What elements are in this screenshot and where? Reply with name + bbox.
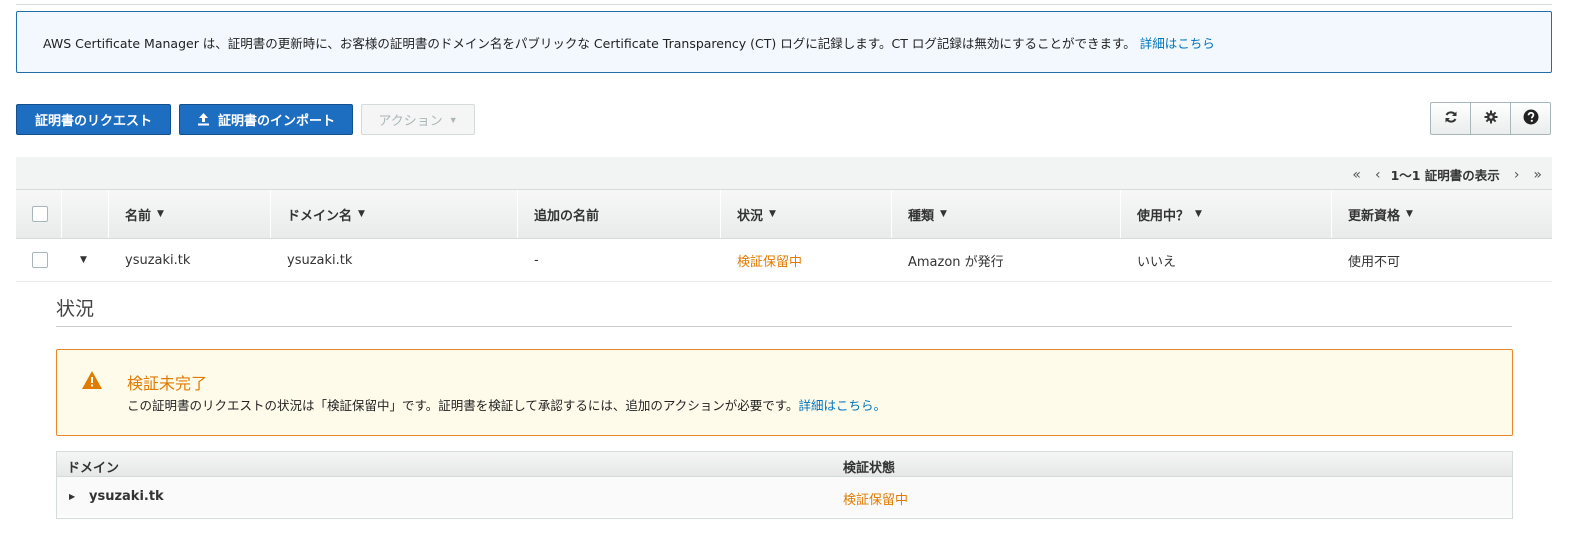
table-row[interactable]: ▶ ysuzaki.tk 検証保留中 xyxy=(57,477,1512,517)
warning-icon xyxy=(81,370,103,394)
prev-page-button[interactable]: ‹ xyxy=(1375,167,1381,183)
validation-status-column-header: 検証状態 xyxy=(843,461,896,476)
column-label: 使用中？ xyxy=(1137,208,1190,224)
help-button[interactable] xyxy=(1510,102,1551,135)
sort-caret-icon: ▼ xyxy=(940,209,947,219)
help-icon xyxy=(1523,109,1539,129)
sort-caret-icon: ▼ xyxy=(157,209,164,219)
expand-column-header xyxy=(62,190,109,238)
actions-dropdown[interactable]: アクション ▼ xyxy=(361,104,475,135)
settings-button[interactable] xyxy=(1470,102,1511,135)
gear-icon xyxy=(1484,110,1498,128)
warning-text: この証明書のリクエストの状況は「検証保留中」です。証明書を検証して承認するには、… xyxy=(127,398,799,413)
column-header-type[interactable]: 種類 ▼ xyxy=(892,190,1121,238)
warning-learn-more-link[interactable]: 詳細はこちら。 xyxy=(799,398,887,413)
caret-down-icon: ▼ xyxy=(448,114,458,125)
column-header-name[interactable]: 名前 ▼ xyxy=(109,190,271,238)
sort-caret-icon: ▼ xyxy=(1406,209,1413,219)
cell-renewal: 使用不可 xyxy=(1348,254,1401,270)
cell-type: Amazon が発行 xyxy=(908,254,1004,270)
table-row[interactable]: ▼ ysuzaki.tk ysuzaki.tk - 検証保留中 Amazon が… xyxy=(16,239,1552,282)
column-header-status[interactable]: 状況 ▼ xyxy=(721,190,892,238)
actions-label: アクション xyxy=(378,113,443,128)
column-header-renewal[interactable]: 更新資格 ▼ xyxy=(1332,190,1552,238)
column-label: 種類 xyxy=(908,208,935,224)
column-header-in-use[interactable]: 使用中？ ▼ xyxy=(1121,190,1332,238)
cell-domain: ysuzaki.tk xyxy=(287,252,353,268)
domain-column-header: ドメイン xyxy=(67,461,120,476)
caret-down-icon: ▼ xyxy=(80,255,87,265)
certificate-detail-panel: 状況 検証未完了 この証明書のリクエストの状況は「検証保留中」です。証明書を検証… xyxy=(16,282,1552,550)
cell-name: ysuzaki.tk xyxy=(125,252,191,268)
domain-validation-table: ドメイン 検証状態 ▶ ysuzaki.tk 検証保留中 xyxy=(56,451,1513,519)
top-divider xyxy=(16,4,1552,5)
table-header: 名前 ▼ ドメイン名 ▼ 追加の名前 状況 ▼ 種類 ▼ 使用中？ ▼ 更新資格 ▼ xyxy=(16,189,1552,239)
row-select-cell xyxy=(16,239,62,281)
cell-in-use: いいえ xyxy=(1137,254,1177,270)
certificates-table: « ‹ 1～1 証明書の表示 › » 名前 ▼ ドメイン名 ▼ 追加の名前 状況 ▼ … xyxy=(16,157,1552,550)
banner-learn-more-link[interactable]: 詳細はこちら xyxy=(1140,33,1215,52)
select-all-cell xyxy=(16,190,62,238)
column-header-domain[interactable]: ドメイン名 ▼ xyxy=(271,190,518,238)
toolbar-icon-group xyxy=(1430,102,1551,135)
detail-divider xyxy=(56,326,1512,327)
next-page-button[interactable]: › xyxy=(1514,167,1520,183)
cell-status: 検証保留中 xyxy=(737,254,803,270)
ct-logging-info-banner: AWS Certificate Manager は、証明書の更新時に、お客様の証… xyxy=(16,11,1552,73)
column-header-additional-names: 追加の名前 xyxy=(518,190,721,238)
domain-validation-status: 検証保留中 xyxy=(843,493,909,508)
caret-right-icon[interactable]: ▶ xyxy=(69,492,75,501)
column-label: 状況 xyxy=(737,208,764,224)
validation-warning-alert: 検証未完了 この証明書のリクエストの状況は「検証保留中」です。証明書を検証して承… xyxy=(56,349,1513,436)
row-checkbox[interactable] xyxy=(32,252,48,268)
sort-caret-icon: ▼ xyxy=(1195,209,1202,219)
sort-caret-icon: ▼ xyxy=(358,209,365,219)
refresh-button[interactable] xyxy=(1430,102,1471,135)
domain-name: ysuzaki.tk xyxy=(89,489,164,504)
import-certificate-label: 証明書のインポート xyxy=(217,113,335,128)
cell-additional-names: - xyxy=(534,252,539,268)
detail-section-title: 状況 xyxy=(56,298,95,320)
column-label: 名前 xyxy=(125,208,152,224)
select-all-checkbox[interactable] xyxy=(32,206,48,222)
warning-message: この証明書のリクエストの状況は「検証保留中」です。証明書を検証して承認するには、… xyxy=(127,395,886,414)
sort-caret-icon: ▼ xyxy=(769,209,776,219)
column-label: 更新資格 xyxy=(1348,208,1401,224)
upload-icon xyxy=(197,113,210,126)
pagination: « ‹ 1～1 証明書の表示 › » xyxy=(1338,165,1542,184)
import-certificate-button[interactable]: 証明書のインポート xyxy=(179,104,353,135)
last-page-button[interactable]: » xyxy=(1533,167,1542,183)
request-certificate-button[interactable]: 証明書のリクエスト xyxy=(16,104,171,135)
banner-text: AWS Certificate Manager は、証明書の更新時に、お客様の証… xyxy=(43,35,1136,51)
domain-table-header: ドメイン 検証状態 xyxy=(57,452,1512,477)
refresh-icon xyxy=(1444,110,1458,128)
column-label: 追加の名前 xyxy=(534,208,600,224)
pagination-label: 1～1 証明書の表示 xyxy=(1390,168,1500,183)
column-label: ドメイン名 xyxy=(287,208,353,224)
first-page-button[interactable]: « xyxy=(1352,167,1361,183)
row-expand-toggle[interactable]: ▼ xyxy=(62,239,109,281)
warning-title: 検証未完了 xyxy=(127,374,208,393)
